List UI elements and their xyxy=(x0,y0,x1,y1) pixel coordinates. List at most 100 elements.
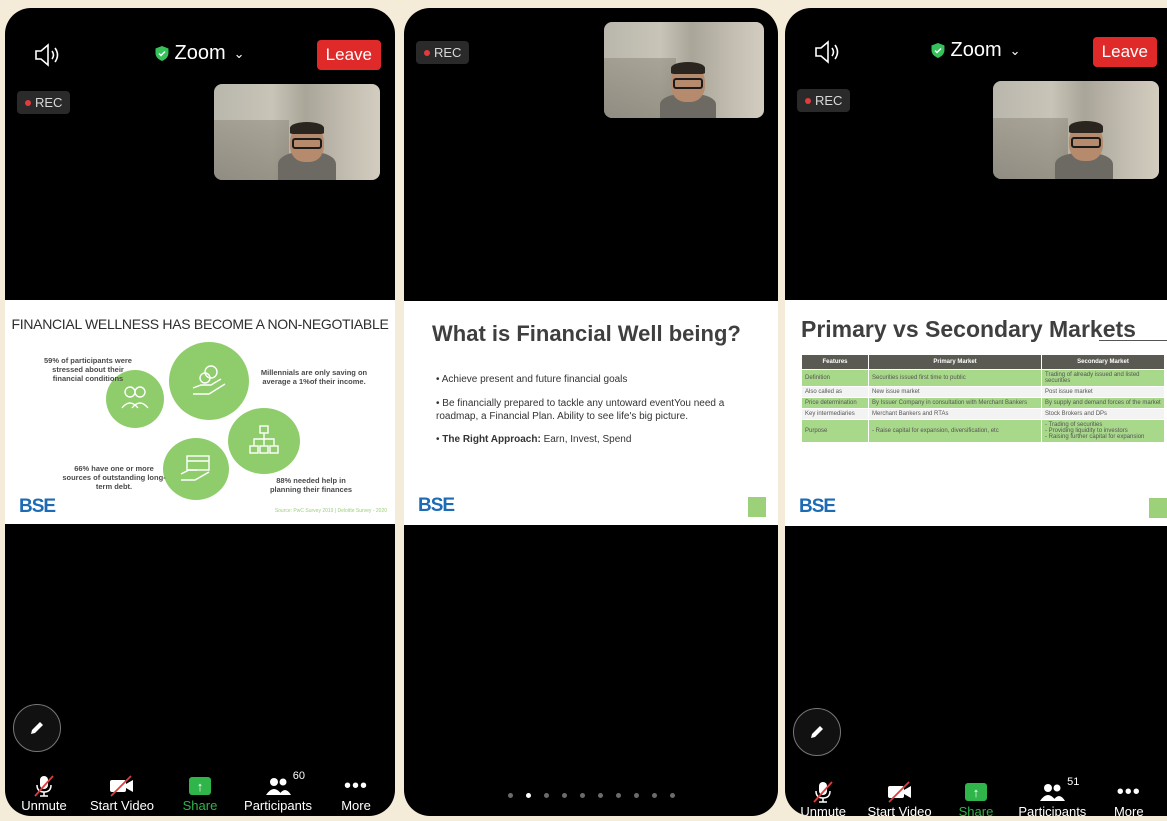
slide-source: Source: PwC Survey 2019 | Deloitte Surve… xyxy=(274,508,387,514)
rec-badge: REC xyxy=(416,41,470,64)
stat-savings: Millennials are only saving on average a… xyxy=(260,368,368,386)
more-label: More xyxy=(1113,804,1144,816)
start-video-label: Start Video xyxy=(89,798,155,813)
participants-button[interactable]: 51 Participants xyxy=(1015,776,1089,816)
more-button[interactable]: ••• More xyxy=(319,774,393,814)
annotate-pencil-button[interactable] xyxy=(793,708,841,756)
bse-logo: BSE xyxy=(19,496,56,517)
self-video-thumbnail[interactable] xyxy=(993,81,1159,179)
meeting-topbar: Zoom ⌄ Leave xyxy=(5,38,395,74)
coins-hand-icon xyxy=(192,365,226,395)
shared-slide: Primary vs Secondary Markets Features Pr… xyxy=(785,300,1167,526)
share-button[interactable]: ↑ Share xyxy=(939,780,1013,816)
green-logo-box xyxy=(1149,498,1167,518)
rec-label: REC xyxy=(434,45,462,60)
page-dot[interactable] xyxy=(561,793,567,798)
table-cell: Key intermediaries xyxy=(801,408,869,420)
leave-button[interactable]: Leave xyxy=(316,40,381,70)
pencil-icon xyxy=(811,726,823,738)
speaker-icon[interactable] xyxy=(33,42,61,68)
bullet-text: Earn, Invest, Spend xyxy=(540,434,632,445)
table-cell: Post issue market xyxy=(1041,386,1165,398)
page-dot[interactable] xyxy=(633,793,639,798)
record-dot-icon xyxy=(25,99,31,106)
meeting-topbar: Zoom ⌄ Leave xyxy=(785,35,1167,71)
pencil-icon xyxy=(31,722,43,734)
participants-button[interactable]: 60 Participants xyxy=(241,770,315,813)
unmute-label: Unmute xyxy=(800,804,846,816)
page-dot[interactable] xyxy=(597,793,603,798)
rec-badge: REC xyxy=(797,89,851,112)
share-button[interactable]: ↑ Share xyxy=(163,774,237,813)
green-logo-box xyxy=(748,497,766,517)
table-row: Purpose - Raise capital for expansion, d… xyxy=(801,419,1165,443)
start-video-button[interactable]: Start Video xyxy=(863,780,937,816)
meeting-title-label: Zoom xyxy=(174,42,226,64)
slide-title: Primary vs Secondary Markets xyxy=(801,316,1136,342)
zoom-screen-2: REC What is Financial Well being? • Achi… xyxy=(404,8,778,816)
meeting-toolbar: Unmute Start Video ↑ Share 60 Participan… xyxy=(5,765,395,816)
unmute-button[interactable]: Unmute xyxy=(786,780,860,816)
table-cell: Also called as xyxy=(801,386,869,398)
participant-count: 51 xyxy=(1067,776,1080,788)
table-cell: Purpose xyxy=(801,419,869,443)
self-video-thumbnail[interactable] xyxy=(604,22,764,118)
share-icon: ↑ xyxy=(189,777,211,795)
speaker-icon[interactable] xyxy=(813,39,841,65)
page-dot[interactable] xyxy=(651,793,657,798)
table-cell: New issue market xyxy=(868,386,1042,398)
self-video-thumbnail[interactable] xyxy=(214,84,380,180)
table-row: Price determination By Issuer Company in… xyxy=(801,397,1165,409)
muted-mic-icon xyxy=(813,781,833,803)
video-person-hair xyxy=(290,122,324,134)
rec-badge: REC xyxy=(17,91,71,114)
page-dot[interactable] xyxy=(669,793,675,798)
meeting-title[interactable]: Zoom ⌄ xyxy=(931,39,1021,62)
record-dot-icon xyxy=(424,49,430,56)
bullet-text: Achieve present and future financial goa… xyxy=(441,374,628,385)
page-dot[interactable] xyxy=(615,793,621,798)
people-icon xyxy=(121,386,149,409)
unmute-label: Unmute xyxy=(21,798,67,813)
meeting-title[interactable]: Zoom ⌄ xyxy=(155,42,245,65)
zoom-screen-3: Zoom ⌄ Leave REC Primary vs Secondary Ma… xyxy=(785,8,1167,816)
video-person-glasses xyxy=(673,78,703,89)
page-dot[interactable] xyxy=(507,793,513,798)
unmute-button[interactable]: Unmute xyxy=(7,774,81,813)
more-icon: ••• xyxy=(343,774,368,797)
bse-logo: BSE xyxy=(799,496,836,517)
video-person-glasses xyxy=(1071,137,1101,148)
share-label: Share xyxy=(958,804,994,816)
page-indicator[interactable] xyxy=(404,793,778,798)
more-button[interactable]: ••• More xyxy=(1092,780,1166,817)
annotate-pencil-button[interactable] xyxy=(13,704,61,752)
table-header-row: Features Primary Market Secondary Market xyxy=(801,354,1165,370)
page-dot[interactable] xyxy=(525,793,531,798)
shared-slide: What is Financial Well being? • Achieve … xyxy=(404,301,778,525)
table-cell: - Raise capital for expansion, diversifi… xyxy=(868,419,1042,443)
shield-icon xyxy=(155,46,169,61)
credit-card-hand-icon xyxy=(180,455,210,481)
slide-title: FINANCIAL WELLNESS HAS BECOME A NON-NEGO… xyxy=(11,316,389,332)
slide-title: What is Financial Well being? xyxy=(432,321,741,346)
shared-slide: FINANCIAL WELLNESS HAS BECOME A NON-NEGO… xyxy=(5,300,395,524)
table-cell: Definition xyxy=(801,369,869,387)
table-cell: Securities issued first time to public xyxy=(868,369,1042,387)
table-cell: Merchant Bankers and RTAs xyxy=(868,408,1042,420)
stat-debt: 66% have one or more sources of outstand… xyxy=(62,464,166,491)
table-row: Key intermediaries Merchant Bankers and … xyxy=(801,408,1165,420)
page-dot[interactable] xyxy=(543,793,549,798)
start-video-label: Start Video xyxy=(867,804,932,816)
share-label: Share xyxy=(182,798,218,813)
video-person-hair xyxy=(1069,121,1103,133)
start-video-button[interactable]: Start Video xyxy=(85,774,159,813)
page-dot[interactable] xyxy=(579,793,585,798)
table-cell: Price determination xyxy=(801,397,869,409)
record-dot-icon xyxy=(805,97,811,104)
participant-count: 60 xyxy=(292,770,305,782)
table-cell: By Issuer Company in consultation with M… xyxy=(868,397,1042,409)
participants-label: Participants xyxy=(1018,804,1087,816)
slide-bullet: • Achieve present and future financial g… xyxy=(436,374,628,385)
leave-button[interactable]: Leave xyxy=(1092,37,1157,67)
table-row: Also called as New issue market Post iss… xyxy=(801,386,1165,398)
